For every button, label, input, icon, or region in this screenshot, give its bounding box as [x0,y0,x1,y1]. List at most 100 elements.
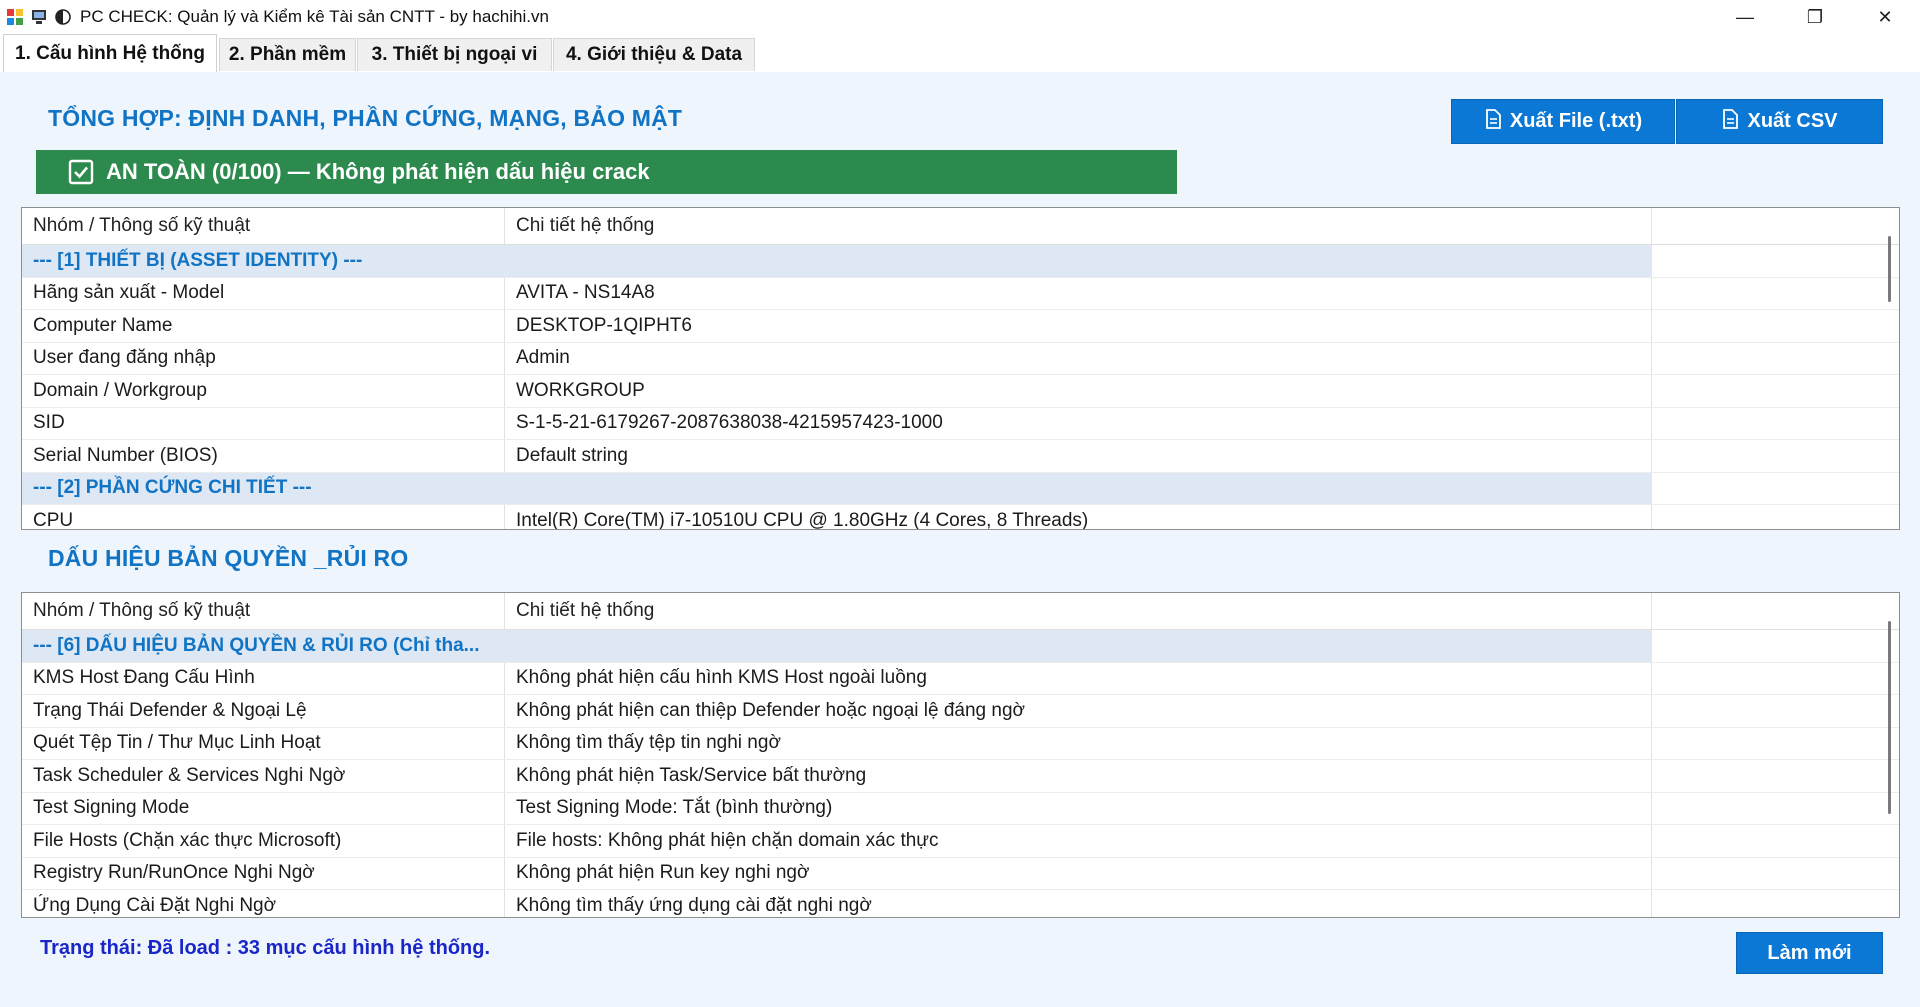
minimize-icon: — [1736,6,1754,27]
table-row[interactable]: Computer Name DESKTOP-1QIPHT6 [22,310,1899,343]
table-row[interactable]: Serial Number (BIOS) Default string [22,440,1899,473]
tab-strip: 1. Cấu hình Hệ thống 2. Phần mềm 3. Thiế… [0,34,1920,73]
table-row[interactable]: KMS Host Đang Cấu Hình Không phát hiện cấ… [22,662,1899,695]
row-name: File Hosts (Chặn xác thực Microsoft) [22,825,505,857]
group-label: --- [1] THIẾT BỊ (ASSET IDENTITY) --- [22,245,505,277]
table-row[interactable]: Hãng sản xuất - Model AVITA - NS14A8 [22,277,1899,310]
column-header-group[interactable]: Nhóm / Thông số kỹ thuật [22,593,505,629]
document-icon [1484,108,1502,135]
column-header-group[interactable]: Nhóm / Thông số kỹ thuật [22,208,505,244]
table-row[interactable]: Test Signing Mode Test Signing Mode: Tắt … [22,792,1899,825]
maximize-button[interactable]: ❐ [1780,0,1850,34]
row-name: Ứng Dụng Cài Đặt Nghi Ngờ [22,890,505,917]
close-icon: ✕ [1877,6,1893,27]
row-empty-cell [1652,472,1899,504]
window-title: PC CHECK: Quản lý và Kiểm kê Tài sản CNT… [80,7,549,26]
row-value: Test Signing Mode: Tắt (bình thường) [505,792,1652,824]
tab-label: 2. Phần mềm [228,44,347,65]
minimize-button[interactable]: — [1710,0,1780,34]
close-button[interactable]: ✕ [1850,0,1920,34]
status-text: Trạng thái: Đã load : 33 mục cấu hình hệ… [40,937,491,959]
row-name: CPU [22,505,505,529]
row-name: User đang đăng nhập [22,342,505,374]
license-rows: --- [6] DẤU HIỆU BẢN QUYỀN & RỦI RO (Chỉ… [22,630,1899,917]
refresh-label: Làm mới [1767,941,1852,964]
tab-system-config[interactable]: 1. Cấu hình Hệ thống [3,34,217,72]
row-value: AVITA - NS14A8 [505,277,1652,309]
tab-software[interactable]: 2. Phần mềm [219,38,356,71]
safety-status-banner: AN TOÀN (0/100) — Không phát hiện dấu hi… [36,150,1177,194]
row-value: Không phát hiện Run key nghi ngờ [505,857,1652,889]
column-header-detail[interactable]: Chi tiết hệ thống [505,593,1652,629]
contrast-icon [54,8,72,26]
title-bar: PC CHECK: Quản lý và Kiểm kê Tài sản CNT… [0,0,1920,34]
summary-grid[interactable]: Nhóm / Thông số kỹ thuật Chi tiết hệ thố… [21,207,1900,530]
export-csv-button[interactable]: Xuất CSV [1676,99,1883,144]
table-row[interactable]: User đang đăng nhập Admin [22,342,1899,375]
row-empty-cell [1652,630,1899,662]
table-row[interactable]: CPU Intel(R) Core(TM) i7-10510U CPU @ 1.8… [22,505,1899,529]
safety-status-text: AN TOÀN (0/100) — Không phát hiện dấu hi… [106,159,650,184]
license-scrollbar[interactable] [1888,621,1891,814]
row-empty-cell [1652,695,1899,727]
export-txt-button[interactable]: Xuất File (.txt) [1451,99,1675,144]
row-value [505,630,1652,662]
column-header-empty [1652,208,1899,244]
table-row[interactable]: Quét Tệp Tin / Thư Mục Linh Hoạt Không tì… [22,727,1899,760]
tab-label: 1. Cấu hình Hệ thống [15,42,205,64]
row-value: Default string [505,440,1652,472]
row-empty-cell [1652,310,1899,342]
row-name: SID [22,407,505,439]
column-header-detail[interactable]: Chi tiết hệ thống [505,208,1652,244]
row-value: Không phát hiện Task/Service bất thường [505,760,1652,792]
row-value: File hosts: Không phát hiện chặn domain … [505,825,1652,857]
tab-label: 3. Thiết bị ngoại vi [371,44,538,65]
row-value: DESKTOP-1QIPHT6 [505,310,1652,342]
table-row[interactable]: Domain / Workgroup WORKGROUP [22,375,1899,408]
summary-rows: --- [1] THIẾT BỊ (ASSET IDENTITY) --- Hãn… [22,245,1899,529]
license-title: DẤU HIỆU BẢN QUYỀN _RỦI RO [48,545,409,571]
row-empty-cell [1652,343,1899,375]
export-txt-label: Xuất File (.txt) [1509,110,1643,132]
row-name: Quét Tệp Tin / Thư Mục Linh Hoạt [22,727,505,759]
row-empty-cell [1652,375,1899,407]
row-name: Hãng sản xuất - Model [22,277,505,309]
license-risk-grid[interactable]: Nhóm / Thông số kỹ thuật Chi tiết hệ thố… [21,592,1900,918]
row-name: Computer Name [22,310,505,342]
row-name: Test Signing Mode [22,792,505,824]
row-empty-cell [1652,408,1899,440]
table-row[interactable]: Task Scheduler & Services Nghi Ngờ Không … [22,760,1899,793]
row-value: Không tìm thấy ứng dụng cài đặt nghi ngờ [505,890,1652,917]
summary-scrollbar[interactable] [1888,236,1891,302]
row-value: Không phát hiện can thiệp Defender hoặc … [505,695,1652,727]
group-row[interactable]: --- [2] PHẦN CỨNG CHI TIẾT --- [22,472,1899,505]
group-row[interactable]: --- [1] THIẾT BỊ (ASSET IDENTITY) --- [22,245,1899,278]
table-row[interactable]: Registry Run/RunOnce Nghi Ngờ Không phát … [22,857,1899,890]
column-header-empty [1652,593,1899,629]
computer-icon [30,8,48,26]
row-name: KMS Host Đang Cấu Hình [22,662,505,694]
row-value: Không phát hiện cấu hình KMS Host ngoài … [505,662,1652,694]
row-empty-cell [1652,760,1899,792]
tab-about-data[interactable]: 4. Giới thiệu & Data [553,38,755,71]
row-empty-cell [1652,825,1899,857]
grid-header: Nhóm / Thông số kỹ thuật Chi tiết hệ thố… [22,208,1899,245]
row-name: Domain / Workgroup [22,375,505,407]
table-row[interactable]: Trạng Thái Defender & Ngoại Lệ Không phát… [22,695,1899,728]
table-row[interactable]: File Hosts (Chặn xác thực Microsoft) File… [22,825,1899,858]
app-icon[interactable] [6,8,24,26]
refresh-button[interactable]: Làm mới [1736,932,1883,974]
table-row[interactable]: Ứng Dụng Cài Đặt Nghi Ngờ Không tìm thấy … [22,890,1899,917]
row-empty-cell [1652,505,1899,529]
row-empty-cell [1652,793,1899,825]
row-value: Không tìm thấy tệp tin nghi ngờ [505,727,1652,759]
document-icon [1721,108,1739,135]
row-value: Intel(R) Core(TM) i7-10510U CPU @ 1.80GH… [505,505,1652,529]
row-name: Task Scheduler & Services Nghi Ngờ [22,760,505,792]
grid-header: Nhóm / Thông số kỹ thuật Chi tiết hệ thố… [22,593,1899,630]
summary-title: TỔNG HỢP: ĐỊNH DANH, PHẦN CỨNG, MẠNG, BẢ… [48,105,683,131]
tab-peripherals[interactable]: 3. Thiết bị ngoại vi [357,38,552,71]
group-row[interactable]: --- [6] DẤU HIỆU BẢN QUYỀN & RỦI RO (Chỉ… [22,630,1899,663]
group-label: --- [6] DẤU HIỆU BẢN QUYỀN & RỦI RO (Chỉ… [22,630,505,662]
table-row[interactable]: SID S-1-5-21-6179267-2087638038-421595742… [22,407,1899,440]
